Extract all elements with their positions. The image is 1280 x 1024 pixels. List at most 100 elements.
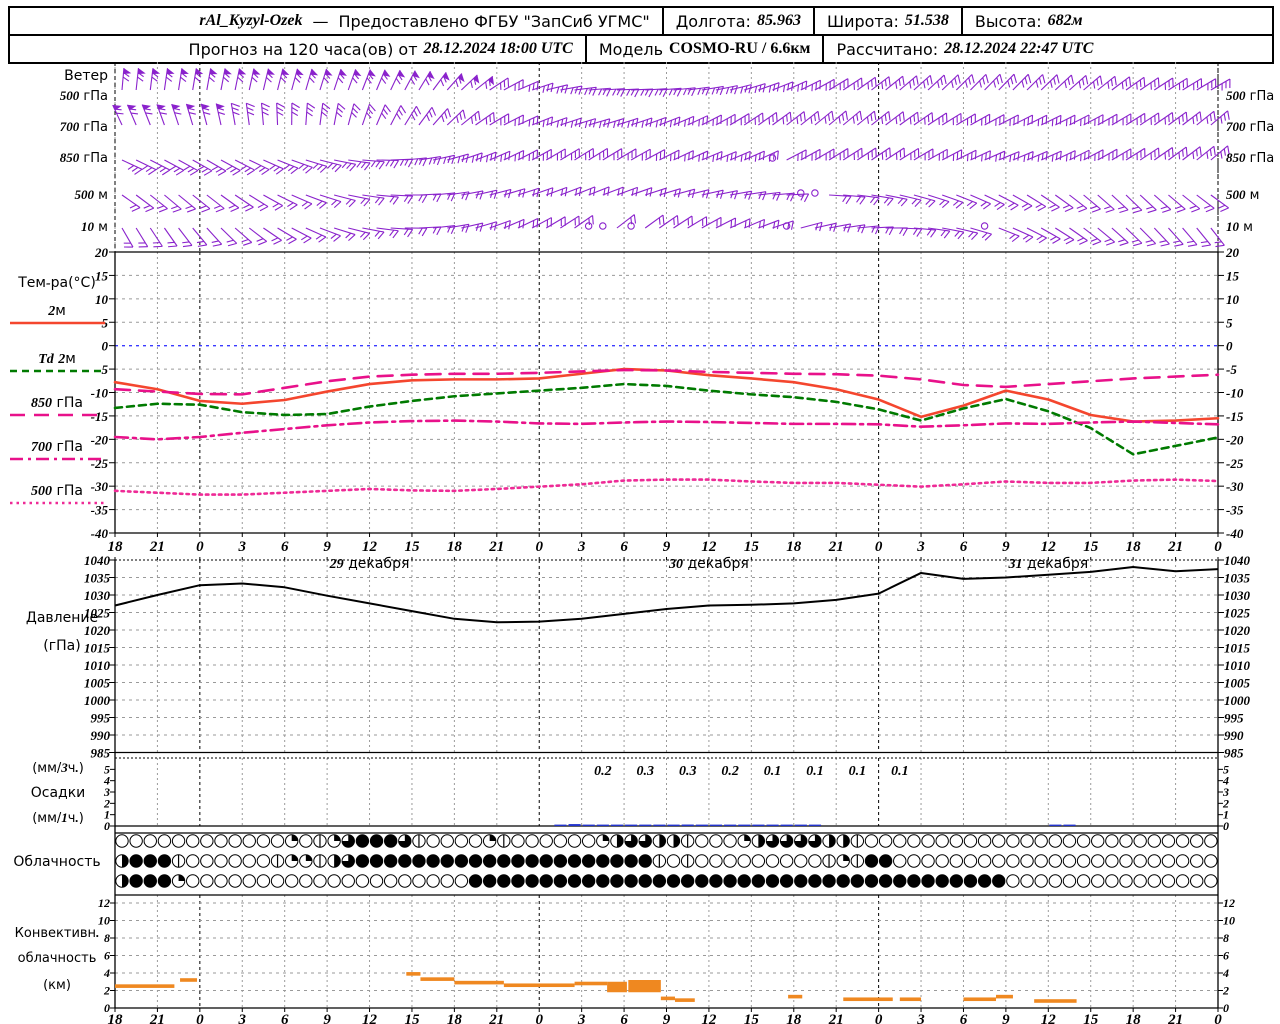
svg-text:3: 3 <box>916 1012 925 1024</box>
svg-text:9: 9 <box>323 539 331 555</box>
svg-text:6: 6 <box>960 539 968 555</box>
svg-text:500 гПа: 500 гПа <box>60 88 108 104</box>
svg-text:6: 6 <box>620 539 628 555</box>
svg-text:1035: 1035 <box>84 571 111 586</box>
svg-text:0: 0 <box>1214 1012 1222 1024</box>
svg-text:1010: 1010 <box>1224 658 1251 673</box>
svg-text:985: 985 <box>1224 746 1244 761</box>
svg-text:15: 15 <box>744 1012 760 1024</box>
svg-text:18: 18 <box>447 539 463 555</box>
svg-text:1040: 1040 <box>84 553 111 568</box>
svg-text:0: 0 <box>535 539 543 555</box>
precipitation-panel: 0.2 0.3 0.3 0.2 0.1 0.1 0.1 0.1 <box>554 764 1076 826</box>
svg-text:(мм/1ч.): (мм/1ч.) <box>32 810 84 826</box>
svg-text:850 гПа: 850 гПа <box>60 150 108 166</box>
svg-text:Td 2м: Td 2м <box>38 351 76 367</box>
svg-text:6: 6 <box>104 949 110 963</box>
svg-text:30 декабря: 30 декабря <box>668 556 749 572</box>
svg-text:0: 0 <box>1223 819 1229 833</box>
svg-text:29 декабря: 29 декабря <box>329 556 410 572</box>
svg-text:21: 21 <box>488 539 504 555</box>
header-box: rAl_Kyzyl-Ozek — Предоставлено ФГБУ "Зап… <box>8 6 1274 64</box>
svg-text:9: 9 <box>663 1012 671 1024</box>
svg-text:995: 995 <box>1224 711 1244 726</box>
svg-text:1020: 1020 <box>1224 623 1251 638</box>
svg-text:Облачность: Облачность <box>13 854 100 870</box>
svg-text:3: 3 <box>238 1012 247 1024</box>
svg-text:12: 12 <box>1223 896 1235 910</box>
svg-text:15: 15 <box>1083 539 1099 555</box>
svg-text:990: 990 <box>91 728 111 743</box>
svg-text:2м: 2м <box>47 303 66 319</box>
svg-text:21: 21 <box>149 1012 165 1024</box>
svg-text:Ветер: Ветер <box>64 68 108 84</box>
svg-text:0.2: 0.2 <box>594 764 612 779</box>
svg-text:1020: 1020 <box>84 623 111 638</box>
header-line-1: rAl_Kyzyl-Ozek — Предоставлено ФГБУ "Зап… <box>10 8 1272 34</box>
svg-text:1000: 1000 <box>1224 693 1251 708</box>
svg-text:1025: 1025 <box>84 606 111 621</box>
svg-text:15: 15 <box>404 539 420 555</box>
svg-text:0: 0 <box>102 339 109 354</box>
svg-text:0: 0 <box>196 539 204 555</box>
svg-text:3: 3 <box>577 539 586 555</box>
svg-text:-15: -15 <box>1226 409 1244 424</box>
svg-text:20: 20 <box>1225 245 1240 260</box>
altitude-label: Высота: <box>974 11 1042 31</box>
convective-panel <box>115 972 1077 1003</box>
svg-text:(мм/3ч.): (мм/3ч.) <box>32 760 84 776</box>
svg-text:1030: 1030 <box>84 588 111 603</box>
svg-text:-30: -30 <box>1226 479 1244 494</box>
meteogram-canvas: 0.2 0.3 0.3 0.2 0.1 0.1 0.1 0.1 Ветер 500 гПа 500 … <box>10 62 1274 1024</box>
provider-text: Предоставлено ФГБУ "ЗапСиб УГМС" <box>338 11 650 31</box>
svg-text:-25: -25 <box>1226 456 1244 471</box>
svg-text:Осадки: Осадки <box>31 785 86 801</box>
svg-text:500 гПа: 500 гПа <box>31 483 83 499</box>
svg-text:1035: 1035 <box>1224 571 1251 586</box>
header-separator <box>812 8 815 34</box>
svg-text:3: 3 <box>577 1012 586 1024</box>
svg-text:500 м: 500 м <box>75 187 108 203</box>
svg-text:-40: -40 <box>1226 526 1244 541</box>
svg-text:1010: 1010 <box>84 658 111 673</box>
calc-time: 28.12.2024 22:47 UTC <box>944 40 1094 57</box>
svg-text:0.1: 0.1 <box>806 764 824 779</box>
svg-text:9: 9 <box>1002 1012 1010 1024</box>
svg-text:Тем-ра(°C): Тем-ра(°C) <box>17 275 96 291</box>
model-name: COSMO-RU / 6.6км <box>669 40 811 57</box>
header-separator <box>960 8 963 34</box>
svg-text:6: 6 <box>281 539 289 555</box>
svg-text:10: 10 <box>1226 292 1240 307</box>
svg-text:-10: -10 <box>91 386 109 401</box>
svg-text:Конвективн.: Конвективн. <box>15 925 100 941</box>
svg-text:6: 6 <box>960 1012 968 1024</box>
svg-text:2: 2 <box>1222 984 1229 998</box>
svg-text:0: 0 <box>535 1012 543 1024</box>
svg-text:12: 12 <box>362 1012 378 1024</box>
svg-text:0: 0 <box>104 819 110 833</box>
svg-text:21: 21 <box>1167 539 1183 555</box>
init-time: 28.12.2024 18:00 UTC <box>423 40 573 57</box>
svg-text:0: 0 <box>875 539 883 555</box>
svg-text:12: 12 <box>362 539 378 555</box>
latitude-label: Широта: <box>826 11 899 31</box>
svg-text:500 гПа: 500 гПа <box>1226 88 1274 104</box>
svg-text:9: 9 <box>1002 539 1010 555</box>
svg-text:21: 21 <box>488 1012 504 1024</box>
svg-text:850 гПа: 850 гПа <box>1226 150 1274 166</box>
meteogram-page: { "header": { "line1": { "station": "rAl… <box>0 0 1280 1024</box>
svg-text:31 декабря: 31 декабря <box>1007 556 1088 572</box>
svg-text:18: 18 <box>1126 539 1142 555</box>
longitude-value: 85.963 <box>756 12 801 29</box>
svg-text:18: 18 <box>786 539 802 555</box>
svg-text:700 гПа: 700 гПа <box>31 439 83 455</box>
svg-text:(гПа): (гПа) <box>43 638 80 654</box>
svg-text:985: 985 <box>91 746 111 761</box>
svg-text:10: 10 <box>95 292 109 307</box>
svg-text:0.1: 0.1 <box>849 764 867 779</box>
svg-text:10: 10 <box>1223 914 1235 928</box>
svg-text:15: 15 <box>744 539 760 555</box>
svg-text:21: 21 <box>828 539 844 555</box>
svg-text:18: 18 <box>786 1012 802 1024</box>
svg-text:1040: 1040 <box>1224 553 1251 568</box>
